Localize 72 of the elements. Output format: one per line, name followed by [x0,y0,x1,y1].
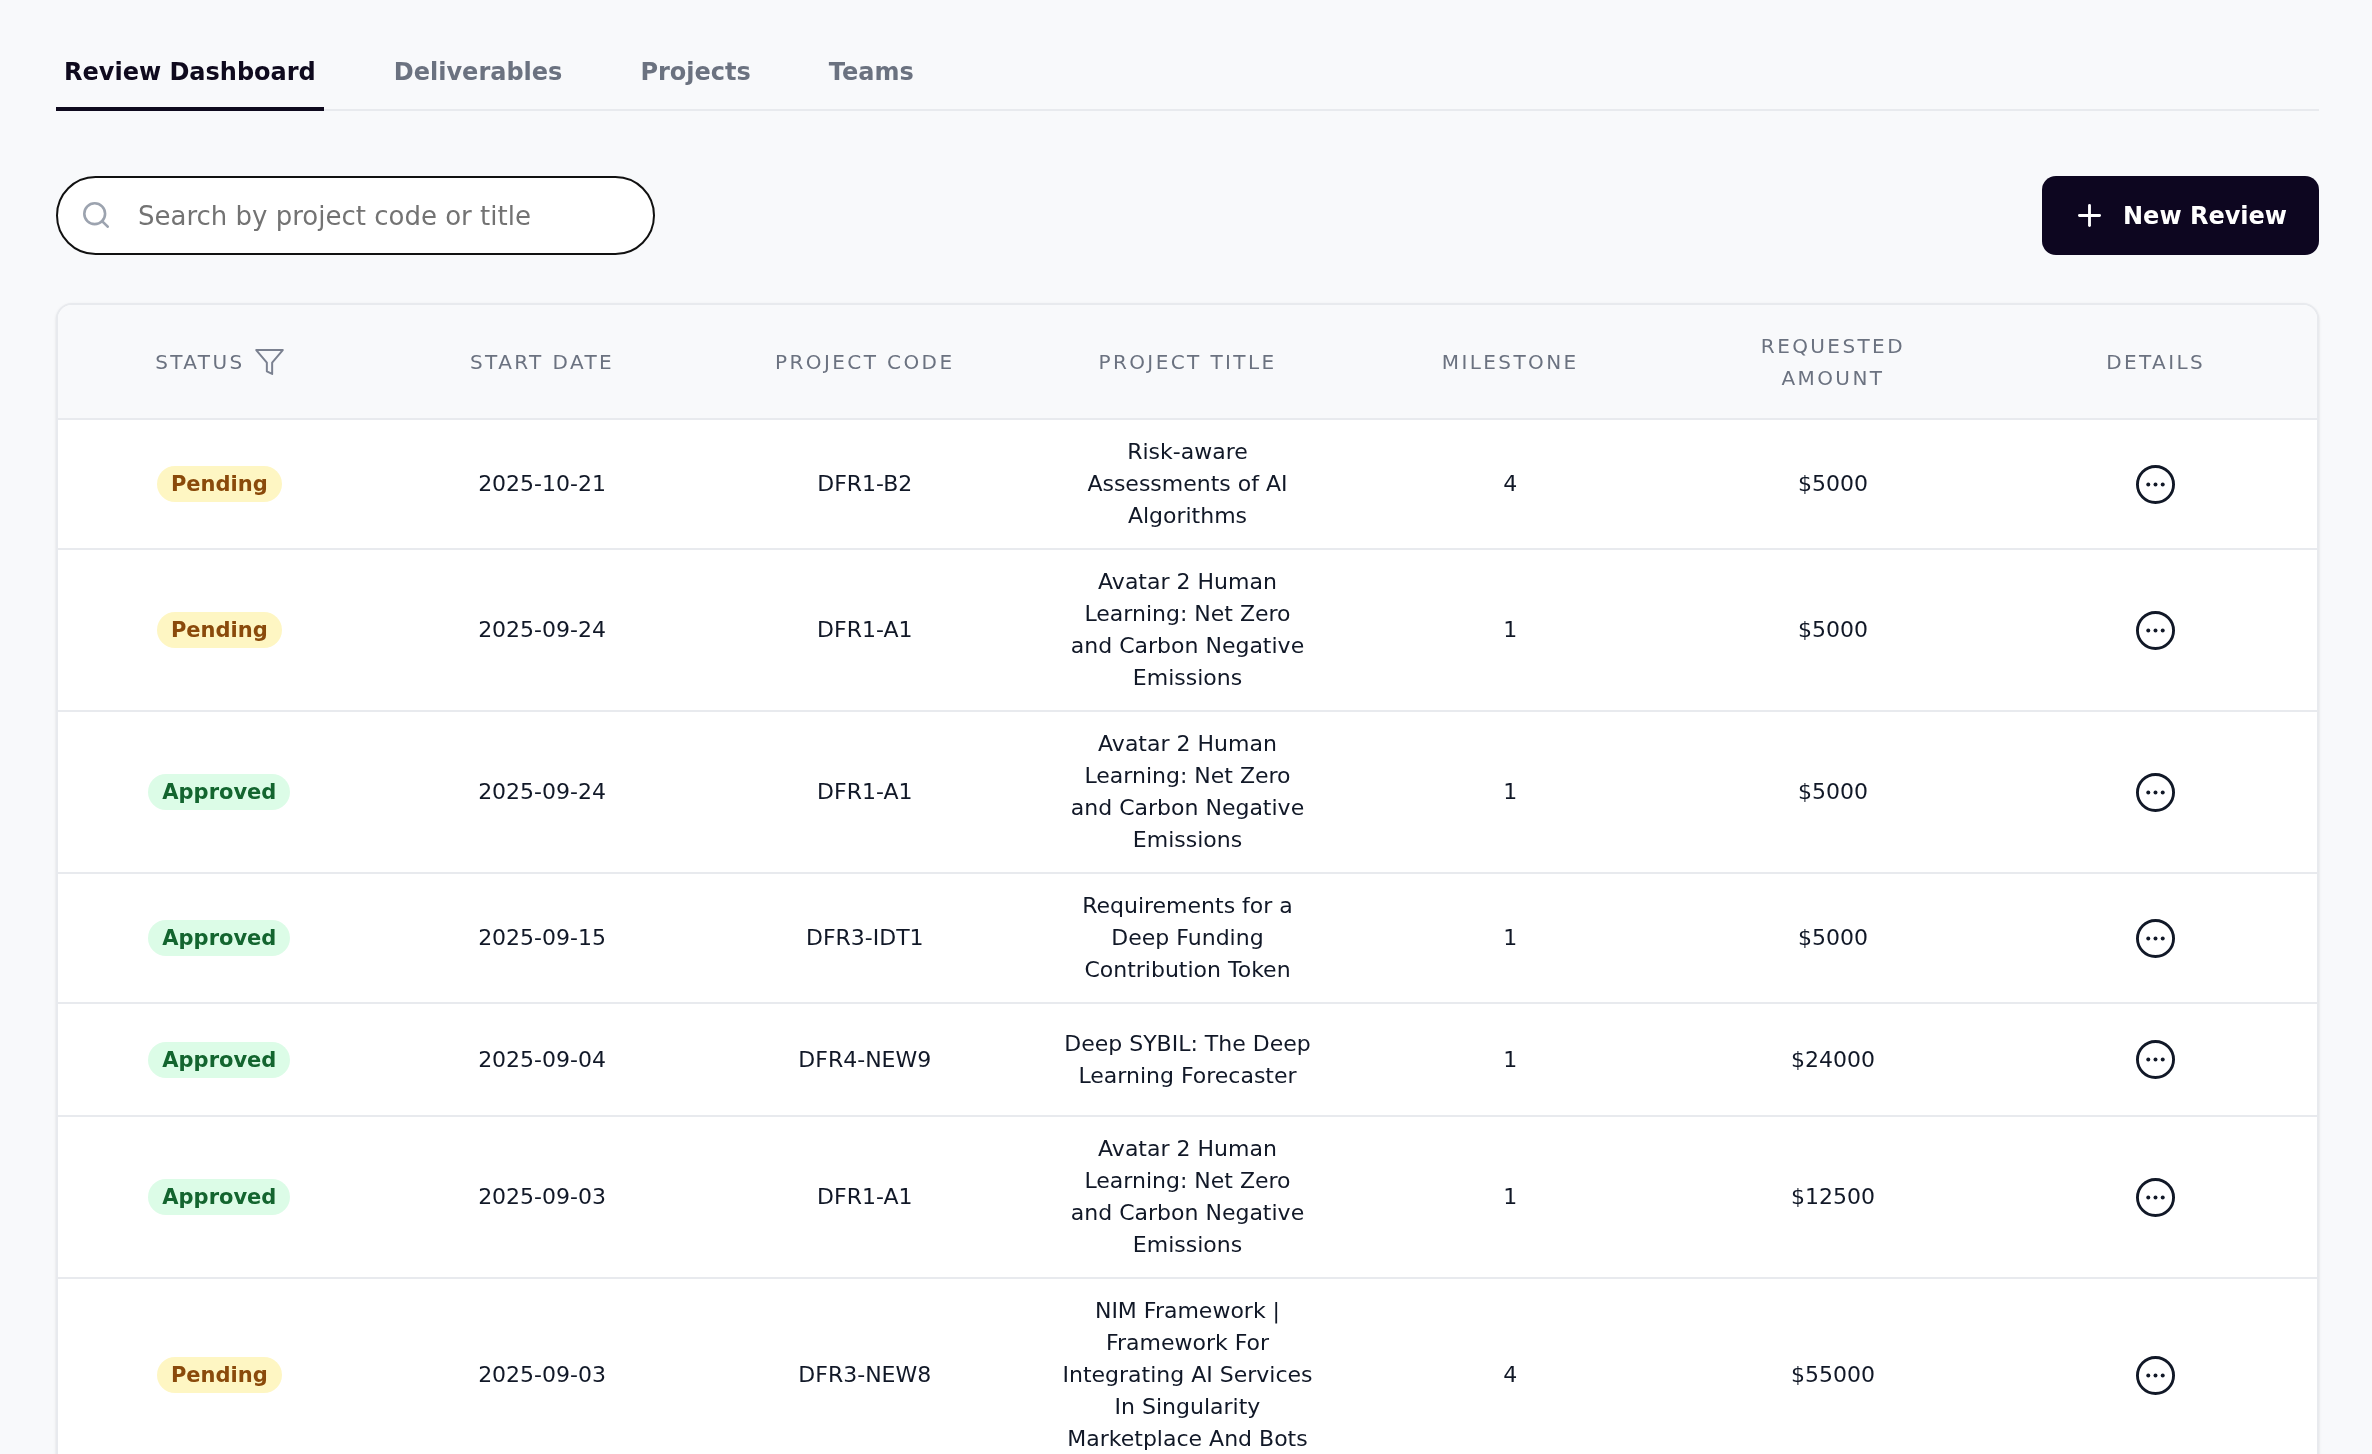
ellipsis-circle-icon [2136,918,2176,958]
project-title: Requirements for a Deep Funding Contribution Token [1081,892,1294,984]
milestone: 1 [1503,778,1518,806]
details-button[interactable] [2136,918,2176,958]
project-code: DFR1-A1 [817,1183,913,1211]
start-date: 2025-09-03 [478,1361,606,1389]
project-code: DFR1-B2 [817,470,913,498]
column-header: PROJECT TITLE [1098,348,1277,376]
project-title: Avatar 2 Human Learning: Net Zero and Carbon Negative Emissions [1069,1135,1306,1259]
column-header: REQUESTED AMOUNT [1759,332,1906,392]
start-date: 2025-09-04 [478,1045,606,1074]
search-icon [83,202,109,228]
ellipsis-circle-icon [2136,610,2176,650]
column-header: PROJECT CODE [775,348,955,376]
column-header: STATUS [155,348,245,376]
filter-icon[interactable] [254,348,284,375]
start-date: 2025-09-15 [478,924,606,952]
milestone: 4 [1503,470,1518,498]
status-badge: Approved [148,1179,291,1215]
search-field[interactable]: Search by project code or title [56,176,655,255]
status-badge: Pending [156,612,282,648]
details-button[interactable] [2136,1177,2176,1217]
status-badge: Approved [148,774,291,810]
details-button[interactable] [2136,1355,2176,1395]
ellipsis-circle-icon [2136,1177,2176,1217]
milestone: 4 [1503,1361,1518,1389]
requested-amount: $12500 [1790,1183,1875,1211]
new-review-button[interactable]: New Review [2042,176,2319,255]
details-button[interactable] [2136,772,2176,812]
requested-amount: $5000 [1797,616,1868,644]
requested-amount: $55000 [1790,1361,1875,1389]
start-date: 2025-09-24 [478,616,606,644]
tab[interactable]: Deliverables [385,56,571,111]
project-title: Deep SYBIL: The Deep Learning Forecaster [1063,1029,1312,1090]
start-date: 2025-09-03 [478,1183,606,1211]
column-header: START DATE [470,348,615,376]
requested-amount: $5000 [1797,924,1868,952]
tab[interactable]: Review Dashboard [56,56,324,111]
project-code: DFR3-NEW8 [798,1361,932,1389]
start-date: 2025-10-21 [478,470,606,498]
requested-amount: $5000 [1797,470,1868,498]
ellipsis-circle-icon [2136,1040,2176,1079]
tab[interactable]: Projects [632,56,759,111]
requested-amount: $5000 [1797,778,1868,806]
details-button[interactable] [2136,1040,2176,1079]
column-header: MILESTONE [1441,348,1579,376]
milestone: 1 [1503,616,1518,644]
project-title: Avatar 2 Human Learning: Net Zero and Carbon Negative Emissions [1069,730,1306,854]
project-code: DFR1-A1 [817,778,913,806]
milestone: 1 [1503,1045,1518,1074]
project-title: NIM Framework | Framework For Integrating AI Services In Singularity Marketplace And Bots [1061,1297,1314,1453]
details-button[interactable] [2136,610,2176,650]
ellipsis-circle-icon [2136,1355,2176,1395]
start-date: 2025-09-24 [478,778,606,806]
project-code: DFR3-IDT1 [805,924,924,952]
project-title: Risk-aware Assessments of AI Algorithms [1086,438,1289,530]
ellipsis-circle-icon [2136,772,2176,812]
project-code: DFR1-A1 [817,616,913,644]
ellipsis-circle-icon [2136,464,2176,504]
column-header: DETAILS [2106,348,2206,376]
requested-amount: $24000 [1790,1045,1875,1074]
status-badge: Pending [156,1357,282,1393]
tab[interactable]: Teams [820,56,922,111]
status-badge: Pending [156,466,282,502]
milestone: 1 [1503,1183,1518,1211]
project-code: DFR4-NEW9 [798,1045,932,1074]
plus-icon [2078,204,2102,227]
status-badge: Approved [148,1041,291,1078]
project-title: Avatar 2 Human Learning: Net Zero and Carbon Negative Emissions [1069,568,1306,692]
milestone: 1 [1503,924,1518,952]
status-badge: Approved [148,920,291,956]
details-button[interactable] [2136,464,2176,504]
